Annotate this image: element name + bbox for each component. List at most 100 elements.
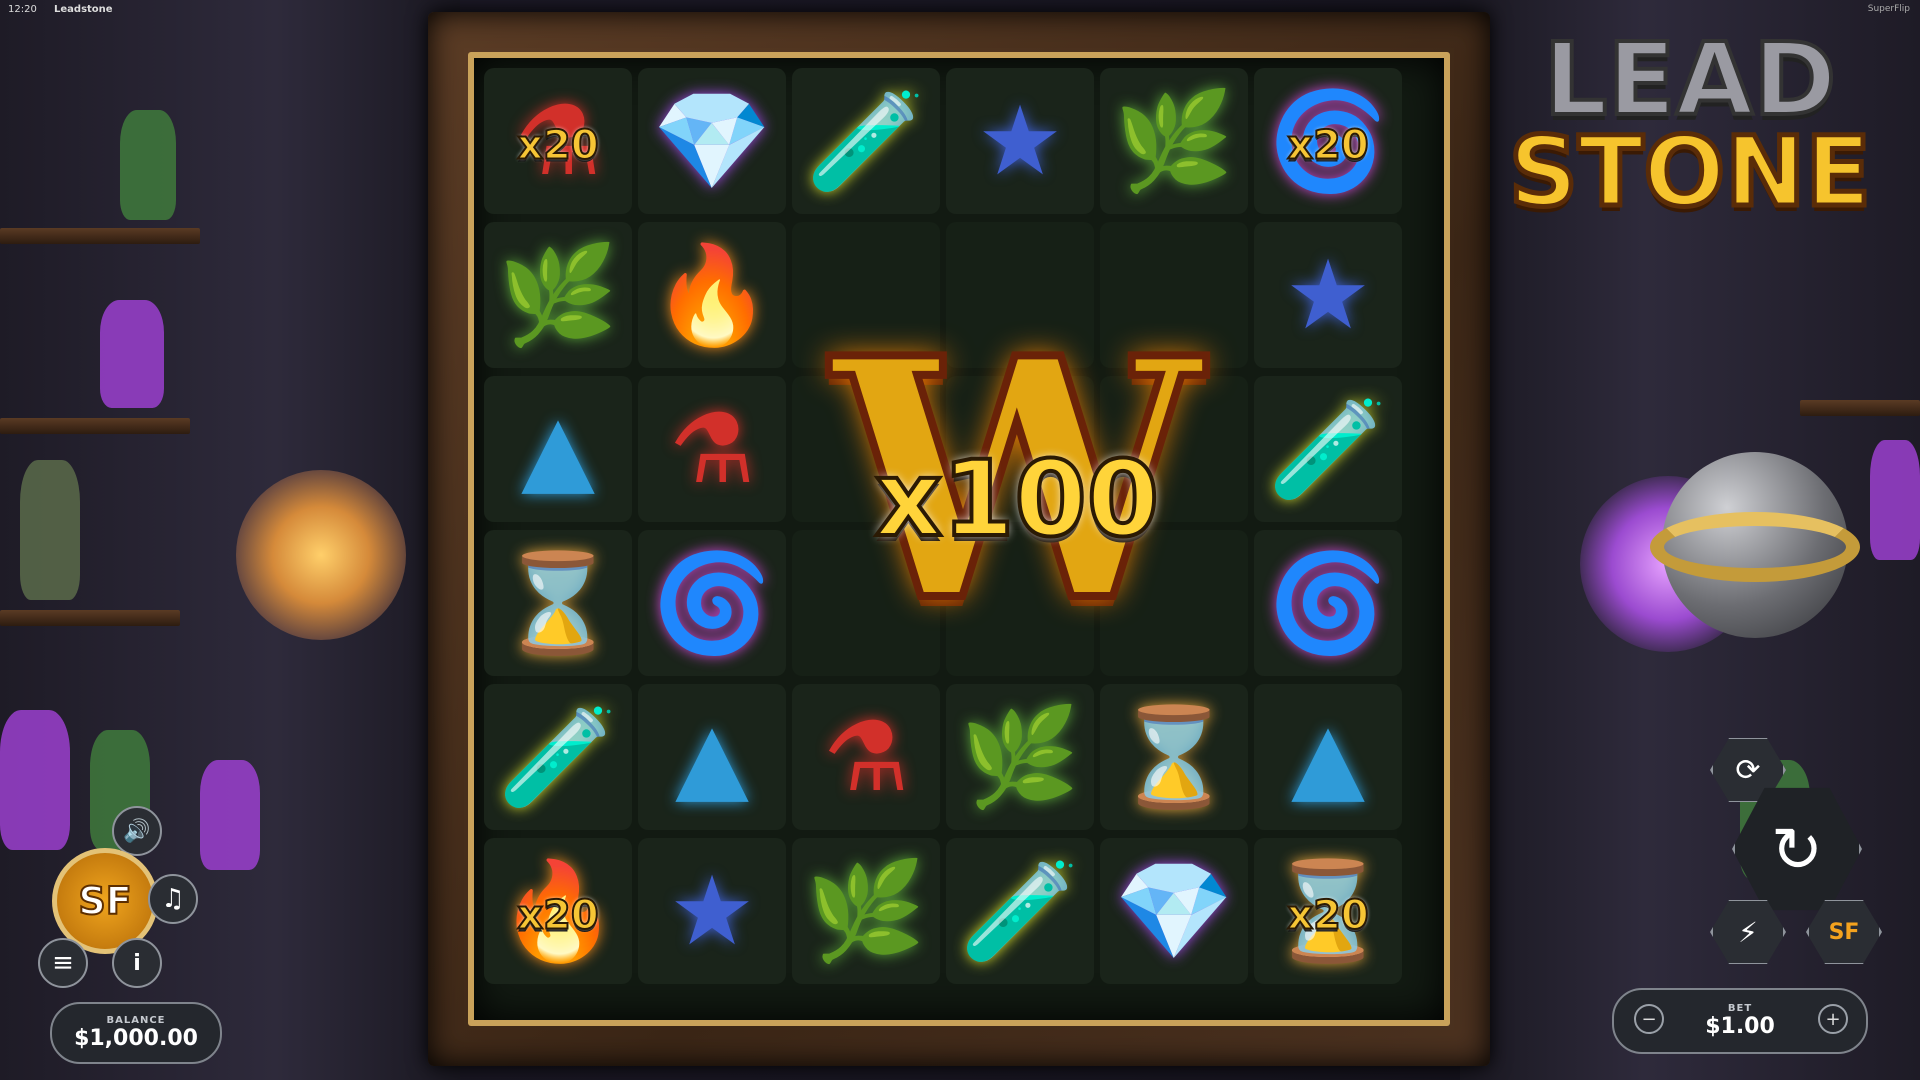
hourglass-icon: ⌛ <box>1114 701 1234 813</box>
reel-cell: 🌀 <box>638 530 786 676</box>
plus-icon: + <box>1825 1008 1841 1030</box>
minus-icon: − <box>1641 1008 1657 1030</box>
reel-cell: ⚗ x20 <box>484 68 632 214</box>
blue-star-icon: ★ <box>976 85 1064 197</box>
reel-frame-border: W x100 ⚗ x20 💎 🧪 ★ 🌿 🌀 x20 🌿 🔥 ★ ▲ ⚗ 🧪 ⌛ 🌀 🌀 🧪 ▲ ⚗ 🌿 ⌛ ▲ 🔥 x20 ★ 🌿… <box>468 52 1450 1026</box>
red-potion-icon: ⚗ <box>668 393 756 505</box>
reel-cell: ⚗ <box>638 376 786 522</box>
shelf <box>1800 400 1920 416</box>
yellow-test-tube-icon: 🧪 <box>806 85 926 197</box>
bottle-decoration <box>1870 440 1920 560</box>
hourglass-icon: ⌛ <box>498 547 618 659</box>
blue-flask-icon: ▲ <box>1291 701 1365 813</box>
reel-cell: 🧪 <box>946 838 1094 984</box>
reel-cell: 💎 <box>1100 838 1248 984</box>
reel-cell: 💎 <box>638 68 786 214</box>
balance-value: $1,000.00 <box>74 1026 198 1051</box>
pink-coil-icon: 🌀 <box>652 547 772 659</box>
reel-frame: W x100 ⚗ x20 💎 🧪 ★ 🌿 🌀 x20 🌿 🔥 ★ ▲ ⚗ 🧪 ⌛ 🌀 🌀 🧪 ▲ ⚗ 🌿 ⌛ ▲ 🔥 x20 ★ 🌿… <box>428 12 1490 1066</box>
glowing-lamp <box>236 470 406 640</box>
game-name: Leadstone <box>54 4 113 15</box>
mandrake-root-icon: 🌿 <box>498 239 618 351</box>
speaker-icon: 🔊 <box>123 818 151 844</box>
bet-value: $1.00 <box>1705 1014 1775 1039</box>
reel-cell: 🌿 <box>946 684 1094 830</box>
symbol-multiplier: x20 <box>1286 892 1369 940</box>
symbol-multiplier: x20 <box>516 892 599 940</box>
autoplay-icon: ⟳ <box>1735 752 1761 788</box>
reel-cell: 🌿 <box>792 838 940 984</box>
bottle-decoration <box>120 110 176 220</box>
reel-cell: ⌛ <box>484 530 632 676</box>
fire-cauldron-icon: 🔥 <box>652 239 772 351</box>
blue-flask-icon: ▲ <box>521 393 595 505</box>
bottle-decoration <box>20 460 80 600</box>
menu-button[interactable]: ≡ <box>38 938 88 988</box>
reel-cell: 🧪 <box>484 684 632 830</box>
reel-cell: ▲ <box>484 376 632 522</box>
blue-star-icon: ★ <box>1284 239 1372 351</box>
reel-cell: 🔥 <box>638 222 786 368</box>
purple-crystal-icon: 💎 <box>652 85 772 197</box>
reel-cell: ▲ <box>1254 684 1402 830</box>
shelf <box>0 228 200 244</box>
info-button[interactable]: i <box>112 938 162 988</box>
reel-cell: 🌿 <box>484 222 632 368</box>
sf-logo-icon: SF <box>77 878 132 924</box>
orb-gold-ring <box>1650 512 1860 582</box>
bottle-decoration <box>100 300 164 408</box>
bet-label: BET <box>1727 1003 1753 1014</box>
logo-line-2: STONE <box>1506 116 1873 228</box>
clock: 12:20 <box>8 4 37 15</box>
reel-cell: ▲ <box>638 684 786 830</box>
bottle-decoration <box>0 710 70 850</box>
sound-button[interactable]: 🔊 <box>112 806 162 856</box>
bottle-decoration <box>200 760 260 870</box>
red-potion-icon: ⚗ <box>822 701 910 813</box>
balance-display: BALANCE $1,000.00 <box>50 1002 222 1064</box>
yellow-test-tube-icon: 🧪 <box>1268 393 1388 505</box>
pink-coil-icon: 🌀 <box>1268 547 1388 659</box>
lightning-icon: ⚡ <box>1738 915 1758 949</box>
provider-name: SuperFlip <box>1867 4 1910 14</box>
mandrake-root-icon: 🌿 <box>1114 85 1234 197</box>
spin-icon: ↻ <box>1771 812 1823 886</box>
sf-icon: SF <box>1828 919 1860 945</box>
info-icon: i <box>133 950 141 976</box>
bet-increase-button[interactable]: + <box>1818 1004 1848 1034</box>
wild-symbol: W x100 <box>782 286 1252 674</box>
game-logo: LEAD STONE <box>1500 21 1880 228</box>
mandrake-root-icon: 🌿 <box>960 701 1080 813</box>
reel-cell: 🧪 <box>1254 376 1402 522</box>
reel-cell: 🌀 x20 <box>1254 68 1402 214</box>
reel-cell: ★ <box>1254 222 1402 368</box>
symbol-multiplier: x20 <box>1286 122 1369 170</box>
balance-label: BALANCE <box>106 1015 166 1026</box>
shelf <box>0 610 180 626</box>
reel-cell: 🔥 x20 <box>484 838 632 984</box>
symbol-multiplier: x20 <box>516 122 599 170</box>
blue-flask-icon: ▲ <box>675 701 749 813</box>
shelf <box>0 418 190 434</box>
reel-cell: 🌀 <box>1254 530 1402 676</box>
menu-icon: ≡ <box>52 948 74 978</box>
reel-cell: ★ <box>638 838 786 984</box>
yellow-test-tube-icon: 🧪 <box>498 701 618 813</box>
reel-cell: 🧪 <box>792 68 940 214</box>
reel-cell: ⌛ <box>1100 684 1248 830</box>
reel-cell: 🌿 <box>1100 68 1248 214</box>
logo-line-1: LEAD <box>1542 21 1838 138</box>
mandrake-root-icon: 🌿 <box>806 855 926 967</box>
status-bar: 12:20 Leadstone <box>8 4 113 15</box>
reel-cell: ⚗ <box>792 684 940 830</box>
blue-star-icon: ★ <box>668 855 756 967</box>
music-note-icon: ♫ <box>161 884 185 914</box>
reel-grid: W x100 ⚗ x20 💎 🧪 ★ 🌿 🌀 x20 🌿 🔥 ★ ▲ ⚗ 🧪 ⌛ 🌀 🌀 🧪 ▲ ⚗ 🌿 ⌛ ▲ 🔥 x20 ★ 🌿… <box>474 58 1444 1020</box>
music-button[interactable]: ♫ <box>148 874 198 924</box>
bet-decrease-button[interactable]: − <box>1634 1004 1664 1034</box>
reel-cell: ★ <box>946 68 1094 214</box>
purple-crystal-icon: 💎 <box>1114 855 1234 967</box>
reel-cell: ⌛ x20 <box>1254 838 1402 984</box>
yellow-test-tube-icon: 🧪 <box>960 855 1080 967</box>
wild-multiplier: x100 <box>873 436 1161 562</box>
